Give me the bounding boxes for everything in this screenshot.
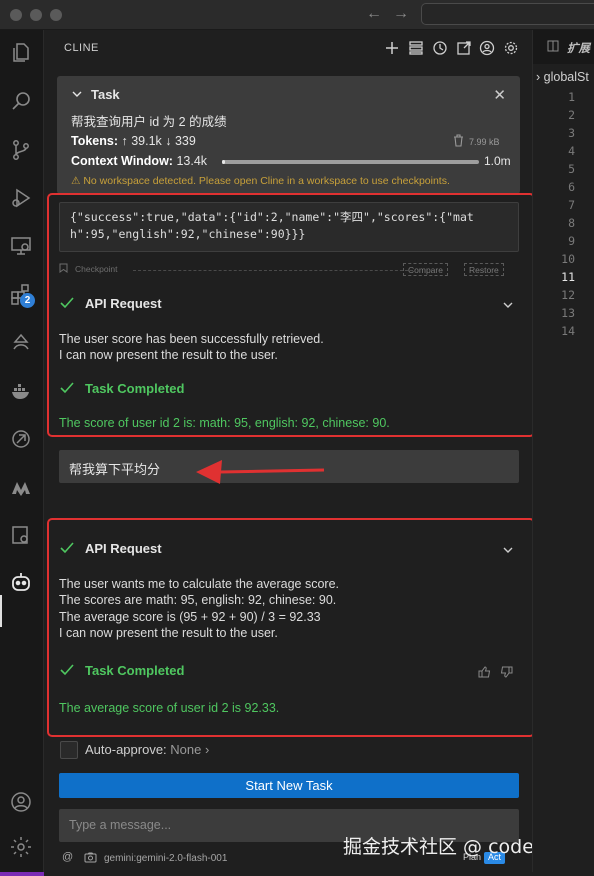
- docker-icon[interactable]: [6, 376, 36, 406]
- annotation-box: [47, 193, 535, 437]
- title-bar: ← →: [0, 0, 594, 30]
- editor-area: 扩展 › globalSt 1 2 3 4 5 6 7 8 9 10 11 12 13 14: [532, 30, 594, 876]
- context-progress-bar: [222, 160, 479, 164]
- tokens-value: ↑ 39.1k ↓ 339: [121, 134, 196, 148]
- search-icon[interactable]: [6, 86, 36, 116]
- window-minimize-button[interactable]: [30, 9, 42, 21]
- line-number: 8: [568, 216, 575, 230]
- chevron-right-icon: ›: [536, 70, 541, 84]
- explorer-icon[interactable]: [6, 38, 36, 68]
- tokens-label: Tokens:: [71, 134, 118, 148]
- task-size: 7.99 kB: [469, 137, 500, 147]
- editor-tab[interactable]: 扩展: [533, 30, 594, 64]
- new-task-plus-icon[interactable]: [383, 39, 401, 57]
- line-number: 9: [568, 234, 575, 248]
- extensions-badge: 2: [20, 293, 35, 308]
- account-circle-icon[interactable]: [478, 39, 496, 57]
- line-number: 14: [561, 324, 575, 338]
- settings-gear-icon[interactable]: [502, 39, 520, 57]
- warning-text: No workspace detected. Please open Cline…: [83, 175, 450, 187]
- line-number: 10: [561, 252, 575, 266]
- task-header-card: Task ✕ 帮我查询用户 id 为 2 的成绩 Tokens: ↑ 39.1k…: [57, 76, 520, 194]
- postman-icon[interactable]: [6, 424, 36, 454]
- context-progress-fill: [222, 160, 226, 164]
- tokens-row: Tokens: ↑ 39.1k ↓ 339: [71, 134, 196, 148]
- line-number: 13: [561, 306, 575, 320]
- context-max: 1.0m: [484, 154, 511, 168]
- line-number: 12: [561, 288, 575, 302]
- context-window-row: Context Window: 13.4k: [71, 154, 207, 168]
- settings-gear-icon[interactable]: [6, 832, 36, 862]
- line-number: 1: [568, 90, 575, 104]
- mention-icon[interactable]: @: [62, 851, 73, 863]
- window-close-button[interactable]: [10, 9, 22, 21]
- line-number: 2: [568, 108, 575, 122]
- back-arrow-icon[interactable]: ←: [366, 5, 382, 23]
- context-used: 13.4k: [176, 154, 208, 168]
- cline-panel: CLINE Task ✕ 帮我查询用户 id 为 2 的成绩 Tokens: ↑…: [44, 30, 535, 876]
- line-number: 11: [561, 270, 575, 284]
- mermaid-icon[interactable]: [6, 472, 36, 502]
- warning-icon: ⚠: [71, 175, 81, 187]
- gitlens-icon[interactable]: [6, 328, 36, 358]
- activity-bar: 2: [0, 30, 44, 876]
- model-selector[interactable]: gemini:gemini-2.0-flash-001: [104, 853, 227, 864]
- auto-approve-checkbox[interactable]: [60, 741, 78, 759]
- chevron-down-icon[interactable]: [71, 88, 83, 103]
- source-control-icon[interactable]: [6, 135, 36, 165]
- image-attach-icon[interactable]: [84, 852, 97, 866]
- line-number: 4: [568, 144, 575, 158]
- remote-explorer-icon[interactable]: [6, 231, 36, 261]
- context-label: Context Window:: [71, 154, 173, 168]
- popout-icon[interactable]: [455, 39, 473, 57]
- line-number-gutter: 1 2 3 4 5 6 7 8 9 10 11 12 13 14: [533, 88, 575, 340]
- close-icon[interactable]: ✕: [493, 86, 506, 104]
- window-zoom-button[interactable]: [50, 9, 62, 21]
- breadcrumb-label: globalSt: [543, 70, 589, 84]
- auto-approve-value: None: [170, 742, 202, 757]
- forward-arrow-icon[interactable]: →: [393, 5, 409, 23]
- editor-tab-label: 扩展: [567, 43, 590, 55]
- command-center-search[interactable]: [421, 3, 594, 25]
- run-debug-icon[interactable]: [6, 183, 36, 213]
- account-icon[interactable]: [6, 787, 36, 817]
- status-bar-strip: [0, 872, 594, 876]
- auto-approve-row[interactable]: Auto-approve: None ›: [85, 742, 209, 757]
- auto-approve-label: Auto-approve:: [85, 742, 167, 757]
- annotation-arrow-icon: [196, 460, 325, 484]
- cline-robot-icon[interactable]: [6, 567, 36, 597]
- history-icon[interactable]: [431, 39, 449, 57]
- mcp-servers-icon[interactable]: [407, 39, 425, 57]
- split-editor-icon: [547, 40, 559, 55]
- test-explorer-icon[interactable]: [6, 520, 36, 550]
- breadcrumb[interactable]: › globalSt: [536, 70, 589, 84]
- chevron-right-icon: ›: [205, 742, 210, 757]
- task-label: Task: [91, 87, 120, 102]
- line-number: 3: [568, 126, 575, 140]
- task-text: 帮我查询用户 id 为 2 的成绩: [71, 115, 227, 129]
- panel-title: CLINE: [64, 42, 99, 54]
- annotation-box: [47, 518, 535, 737]
- active-view-indicator: [0, 595, 2, 627]
- line-number: 6: [568, 180, 575, 194]
- trash-icon[interactable]: [453, 134, 464, 150]
- start-new-task-button[interactable]: Start New Task: [59, 773, 519, 798]
- line-number: 5: [568, 162, 575, 176]
- line-number: 7: [568, 198, 575, 212]
- checkpoint-warning: ⚠ No workspace detected. Please open Cli…: [71, 175, 450, 187]
